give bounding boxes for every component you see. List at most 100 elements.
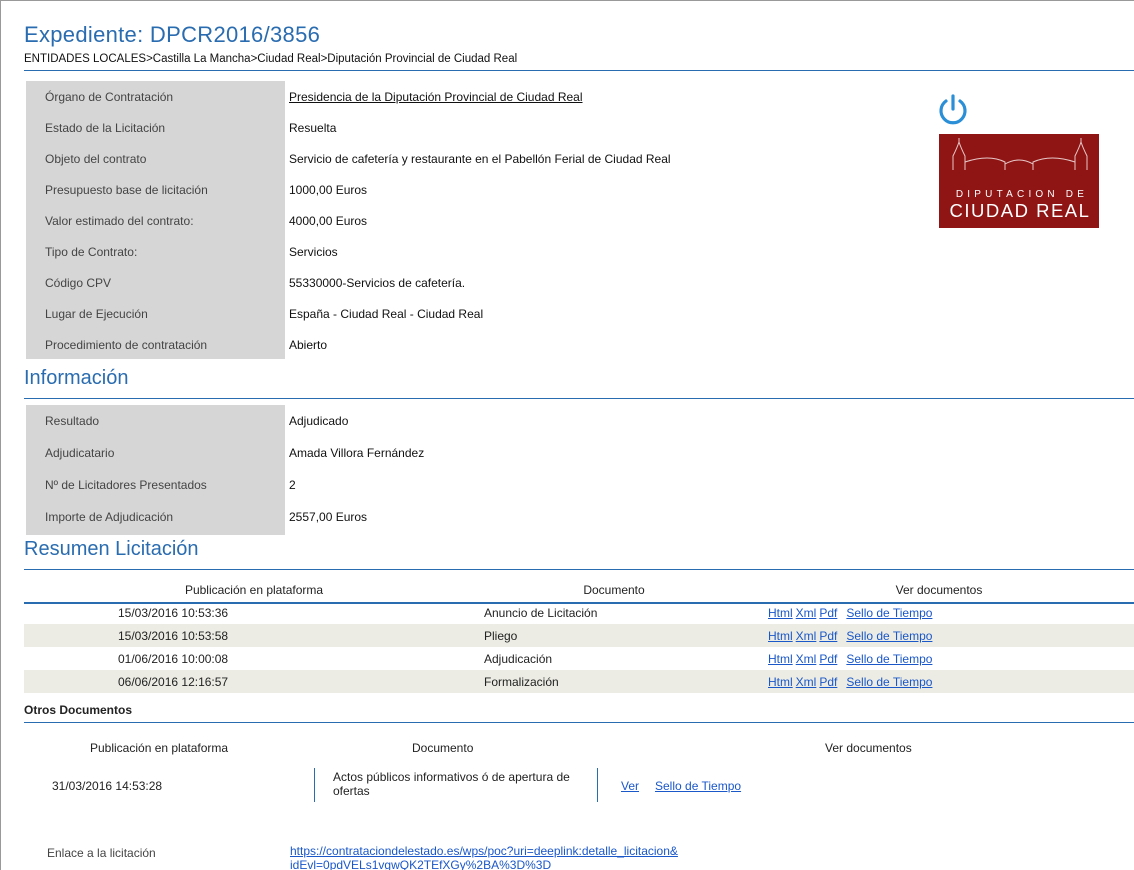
summary-row-date: 15/03/2016 10:53:36 [118, 605, 229, 620]
summary-row-links: Html Xml Pdf Sello de Tiempo [744, 647, 1134, 670]
organo-link[interactable]: Presidencia de la Diputación Provincial … [285, 90, 583, 104]
summary-header-row: Publicación en plataforma Documento Ver … [24, 579, 1134, 601]
info-row: Adjudicatario Amada Villora Fernández [26, 437, 424, 468]
info-label: Resultado [45, 413, 100, 428]
power-icon[interactable] [936, 93, 970, 127]
summary-row-date: 01/06/2016 10:00:08 [118, 651, 229, 666]
pdf-link[interactable]: Pdf [819, 606, 837, 620]
info-value: 2557,00 Euros [289, 509, 368, 524]
info-value: 2 [289, 477, 296, 492]
summary-section-title: Resumen Licitación [24, 538, 199, 560]
details-label: Lugar de Ejecución [45, 306, 148, 321]
title-rule [24, 70, 1134, 71]
details-value: Abierto [289, 337, 328, 352]
summary-row-document: Formalización [484, 674, 559, 689]
details-value: Resuelta [289, 120, 337, 135]
details-value: Servicios [289, 244, 338, 259]
seal-link[interactable]: Sello de Tiempo [846, 629, 932, 643]
details-label: Objeto del contrato [45, 151, 147, 166]
summary-rule [24, 569, 1134, 570]
diputacion-logo: DIPUTACION DE CIUDAD REAL [939, 134, 1099, 228]
details-row: Objeto del contrato Servicio de cafetería… [26, 143, 671, 174]
summary-row-document: Adjudicación [484, 651, 553, 666]
pdf-link[interactable]: Pdf [819, 629, 837, 643]
html-link[interactable]: Html [768, 629, 793, 643]
details-row: Presupuesto base de licitación 1000,00 Eu… [26, 174, 367, 205]
other-col-header-document: Documento [412, 741, 474, 755]
summary-row-date: 06/06/2016 12:16:57 [118, 674, 229, 689]
details-label: Valor estimado del contrato: [45, 213, 194, 228]
details-label: Órgano de Contratación [45, 89, 174, 104]
xml-link[interactable]: Xml [796, 606, 817, 620]
seal-link[interactable]: Sello de Tiempo [846, 606, 932, 620]
details-label: Tipo de Contrato: [45, 244, 138, 259]
summary-row-document: Anuncio de Licitación [484, 605, 598, 620]
summary-row: 15/03/2016 10:53:36 Anuncio de Licitación… [24, 601, 1134, 624]
enlace-url-line2[interactable]: idEvl=0pdVELs1vgwQK2TEfXGy%2BA%3D%3D [290, 858, 551, 870]
summary-table: Publicación en plataforma Documento Ver … [24, 579, 1134, 693]
details-row: Valor estimado del contrato: 4000,00 Euro… [26, 205, 367, 236]
summary-row-links: Html Xml Pdf Sello de Tiempo [744, 670, 1134, 693]
html-link[interactable]: Html [768, 675, 793, 689]
breadcrumb: ENTIDADES LOCALES>Castilla La Mancha>Ciu… [24, 53, 518, 65]
html-link[interactable]: Html [768, 652, 793, 666]
building-outline-icon [952, 138, 1088, 170]
other-row-document: Actos públicos informativos ó de apertur… [333, 770, 570, 798]
details-row: Estado de la Licitación Resuelta [26, 112, 336, 143]
other-row-view-link[interactable]: Ver [621, 779, 639, 793]
other-col-header-publication: Publicación en plataforma [90, 741, 229, 755]
info-value: Adjudicado [289, 413, 349, 428]
summary-row-document: Pliego [484, 628, 518, 643]
col-header-view: Ver documentos [895, 583, 983, 597]
logo-line2: CIUDAD REAL [949, 200, 1091, 221]
other-documents-title: Otros Documentos [24, 703, 133, 717]
summary-row: 15/03/2016 10:53:58 Pliego Html Xml Pdf Sello… [24, 624, 1134, 647]
other-row-separator-left [314, 768, 315, 802]
details-value: 55330000-Servicios de cafetería. [289, 275, 466, 290]
html-link[interactable]: Html [768, 606, 793, 620]
page-title: Expediente: DPCR2016/3856 [24, 22, 321, 47]
col-header-document: Documento [583, 583, 645, 597]
other-rule [24, 722, 1134, 723]
pdf-link[interactable]: Pdf [819, 652, 837, 666]
info-value: Amada Villora Fernández [289, 445, 425, 460]
other-col-header-view: Ver documentos [825, 741, 912, 755]
details-value: Servicio de cafetería y restaurante en e… [289, 151, 671, 166]
details-row: Lugar de Ejecución España - Ciudad Real -… [26, 298, 483, 329]
summary-row: 06/06/2016 12:16:57 Formalización Html Xml P… [24, 670, 1134, 693]
details-label: Presupuesto base de licitación [45, 182, 208, 197]
details-row: Procedimiento de contratación Abierto [26, 329, 327, 360]
details-row: Tipo de Contrato: Servicios [26, 236, 338, 267]
xml-link[interactable]: Xml [796, 652, 817, 666]
info-row: Nº de Licitadores Presentados 2 [26, 469, 296, 500]
details-label: Procedimiento de contratación [45, 337, 208, 352]
details-value: 4000,00 Euros [289, 213, 368, 228]
info-label: Importe de Adjudicación [45, 509, 174, 524]
details-row: Órgano de Contratación Presidencia de la … [26, 81, 583, 112]
summary-row-links: Html Xml Pdf Sello de Tiempo [744, 601, 1134, 624]
enlace-label: Enlace a la licitación [47, 846, 156, 860]
enlace-url-line1[interactable]: https://contrataciondelestado.es/wps/poc… [290, 844, 678, 858]
summary-row: 01/06/2016 10:00:08 Adjudicación Html Xml Pd… [24, 647, 1134, 670]
other-row-separator-right [597, 768, 598, 802]
details-row: Código CPV 55330000-Servicios de cafeterí… [26, 267, 465, 298]
details-value: 1000,00 Euros [289, 182, 368, 197]
details-label: Estado de la Licitación [45, 120, 166, 135]
xml-link[interactable]: Xml [796, 629, 817, 643]
info-label: Nº de Licitadores Presentados [45, 477, 207, 492]
summary-row-date: 15/03/2016 10:53:58 [118, 628, 229, 643]
info-row: Resultado Adjudicado [26, 405, 348, 436]
summary-header-rule [24, 602, 1134, 604]
other-row-seal-link[interactable]: Sello de Tiempo [655, 779, 741, 793]
details-label: Código CPV [45, 275, 112, 290]
pdf-link[interactable]: Pdf [819, 675, 837, 689]
logo-line1: DIPUTACION DE [955, 189, 1089, 200]
seal-link[interactable]: Sello de Tiempo [846, 675, 932, 689]
info-row: Importe de Adjudicación 2557,00 Euros [26, 501, 367, 532]
info-section-title: Información [24, 367, 129, 389]
other-row-date: 31/03/2016 14:53:28 [52, 779, 163, 793]
seal-link[interactable]: Sello de Tiempo [846, 652, 932, 666]
xml-link[interactable]: Xml [796, 675, 817, 689]
info-rule [24, 398, 1134, 399]
summary-row-links: Html Xml Pdf Sello de Tiempo [744, 624, 1134, 647]
